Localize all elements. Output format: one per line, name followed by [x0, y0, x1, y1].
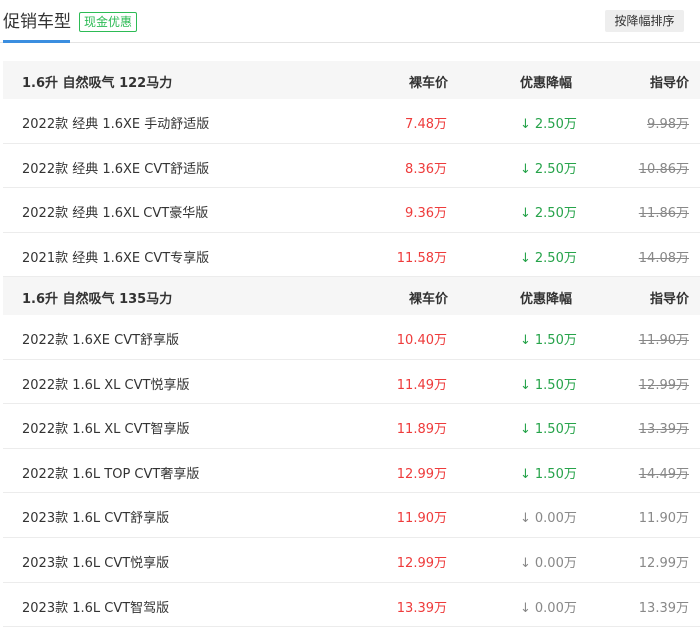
down-arrow-icon: ↓ — [520, 377, 531, 393]
bare-price: 12.99万 — [396, 466, 447, 482]
top-bar: 促销车型 现金优惠 按降幅排序 — [0, 0, 700, 43]
model-name[interactable]: 2022款 经典 1.6XL CVT豪华版 — [22, 202, 208, 221]
guide-price: 9.98万 — [647, 117, 689, 132]
discount-value: 0.00万 — [534, 555, 577, 571]
model-row[interactable]: 2022款 经典 1.6XE CVT舒适版 8.36万 ↓ 2.50万 10.86… — [3, 144, 700, 189]
column-header-guide-price: 指导价 — [649, 76, 689, 91]
bare-price: 7.48万 — [405, 117, 447, 132]
discount: ↓ 2.50万 — [520, 113, 577, 132]
guide-price: 12.99万 — [638, 377, 689, 393]
down-arrow-icon: ↓ — [520, 250, 531, 266]
model-row[interactable]: 2022款 经典 1.6XE 手动舒适版 7.48万 ↓ 2.50万 9.98万 — [3, 99, 700, 144]
model-row[interactable]: 2023款 1.6L CVT舒享版 11.90万 ↓ 0.00万 11.90万 — [3, 493, 700, 538]
discount: ↓ 0.00万 — [520, 507, 577, 526]
guide-price: 13.39万 — [638, 422, 689, 438]
model-row[interactable]: 2022款 1.6L XL CVT悦享版 11.49万 ↓ 1.50万 12.99… — [3, 360, 700, 405]
model-name[interactable]: 2023款 1.6L CVT智驾版 — [22, 597, 169, 616]
guide-price: 11.90万 — [638, 333, 689, 348]
model-name[interactable]: 2022款 经典 1.6XE CVT舒适版 — [22, 158, 209, 177]
model-name[interactable]: 2023款 1.6L CVT舒享版 — [22, 507, 169, 526]
model-row[interactable]: 2022款 经典 1.6XL CVT豪华版 9.36万 ↓ 2.50万 11.86… — [3, 188, 700, 233]
sort-by-discount-button[interactable]: 按降幅排序 — [605, 10, 684, 32]
guide-price: 12.99万 — [638, 555, 689, 571]
guide-price: 11.90万 — [638, 511, 689, 527]
model-name[interactable]: 2021款 经典 1.6XE CVT专享版 — [22, 247, 209, 266]
discount: ↓ 1.50万 — [520, 374, 577, 393]
discount-value: 2.50万 — [534, 117, 577, 132]
discount: ↓ 2.50万 — [520, 158, 577, 177]
model-row[interactable]: 2022款 1.6L TOP CVT奢享版 12.99万 ↓ 1.50万 14.4… — [3, 449, 700, 494]
bare-price: 8.36万 — [405, 161, 447, 177]
discount-value: 0.00万 — [534, 600, 577, 616]
down-arrow-icon: ↓ — [520, 333, 531, 348]
model-row[interactable]: 2022款 1.6L XL CVT智享版 11.89万 ↓ 1.50万 13.39… — [3, 404, 700, 449]
guide-price: 11.86万 — [638, 206, 689, 222]
discount: ↓ 1.50万 — [520, 418, 577, 437]
discount-value: 2.50万 — [534, 161, 577, 177]
bare-price: 11.89万 — [396, 422, 447, 438]
column-header-discount: 优惠降幅 — [520, 76, 573, 91]
discount-value: 1.50万 — [534, 466, 577, 482]
down-arrow-icon: ↓ — [520, 511, 531, 527]
model-row[interactable]: 2023款 1.6L CVT悦享版 12.99万 ↓ 0.00万 12.99万 — [3, 538, 700, 583]
column-header-discount: 优惠降幅 — [520, 292, 573, 307]
model-name[interactable]: 2022款 1.6L XL CVT悦享版 — [22, 374, 189, 393]
group-header: 1.6升 自然吸气 135马力 裸车价 优惠降幅 指导价 — [3, 277, 700, 315]
bare-price: 11.49万 — [396, 377, 447, 393]
discount: ↓ 2.50万 — [520, 202, 577, 221]
discount-value: 1.50万 — [534, 333, 577, 348]
column-header-price: 裸车价 — [409, 76, 449, 91]
down-arrow-icon: ↓ — [520, 117, 531, 132]
discount-value: 2.50万 — [534, 206, 577, 222]
column-header-price: 裸车价 — [409, 292, 449, 307]
bare-price: 10.40万 — [396, 333, 447, 348]
discount-value: 1.50万 — [534, 422, 577, 438]
engine-group-135hp: 1.6升 自然吸气 135马力 裸车价 优惠降幅 指导价 2022款 1.6XE… — [3, 277, 700, 628]
discount-value: 1.50万 — [534, 377, 577, 393]
cash-discount-badge[interactable]: 现金优惠 — [79, 12, 138, 32]
discount: ↓ 1.50万 — [520, 463, 577, 482]
down-arrow-icon: ↓ — [520, 422, 531, 438]
bare-price: 13.39万 — [396, 600, 447, 616]
down-arrow-icon: ↓ — [520, 206, 531, 222]
model-name[interactable]: 2022款 1.6XE CVT舒享版 — [22, 329, 179, 348]
group-title: 1.6升 自然吸气 122马力 — [22, 76, 173, 91]
discount: ↓ 1.50万 — [520, 329, 577, 348]
tab-active-indicator — [3, 40, 70, 43]
model-row[interactable]: 2021款 经典 1.6XE CVT专享版 11.58万 ↓ 2.50万 14.0… — [3, 233, 700, 278]
group-header: 1.6升 自然吸气 122马力 裸车价 优惠降幅 指导价 — [3, 61, 700, 99]
discount-value: 2.50万 — [534, 250, 577, 266]
bare-price: 11.90万 — [396, 511, 447, 527]
model-row[interactable]: 2022款 1.6XE CVT舒享版 10.40万 ↓ 1.50万 11.90万 — [3, 315, 700, 360]
down-arrow-icon: ↓ — [520, 466, 531, 482]
model-name[interactable]: 2022款 经典 1.6XE 手动舒适版 — [22, 113, 209, 132]
bare-price: 12.99万 — [396, 555, 447, 571]
guide-price: 13.39万 — [638, 600, 689, 616]
discount: ↓ 2.50万 — [520, 247, 577, 266]
group-title: 1.6升 自然吸气 135马力 — [22, 292, 173, 307]
column-header-guide-price: 指导价 — [649, 292, 689, 307]
engine-group-122hp: 1.6升 自然吸气 122马力 裸车价 优惠降幅 指导价 2022款 经典 1.… — [3, 61, 700, 278]
discount-value: 0.00万 — [534, 511, 577, 527]
bare-price: 9.36万 — [405, 206, 447, 222]
model-name[interactable]: 2023款 1.6L CVT悦享版 — [22, 552, 169, 571]
model-row[interactable]: 2023款 1.6L CVT智驾版 13.39万 ↓ 0.00万 13.39万 — [3, 583, 700, 628]
discount: ↓ 0.00万 — [520, 597, 577, 616]
guide-price: 10.86万 — [638, 161, 689, 177]
down-arrow-icon: ↓ — [520, 555, 531, 571]
tab-promo-models[interactable]: 促销车型 — [3, 10, 71, 34]
guide-price: 14.49万 — [638, 466, 689, 482]
down-arrow-icon: ↓ — [520, 161, 531, 177]
model-name[interactable]: 2022款 1.6L XL CVT智享版 — [22, 418, 189, 437]
guide-price: 14.08万 — [638, 250, 689, 266]
down-arrow-icon: ↓ — [520, 600, 531, 616]
model-name[interactable]: 2022款 1.6L TOP CVT奢享版 — [22, 463, 199, 482]
bare-price: 11.58万 — [396, 250, 447, 266]
discount: ↓ 0.00万 — [520, 552, 577, 571]
